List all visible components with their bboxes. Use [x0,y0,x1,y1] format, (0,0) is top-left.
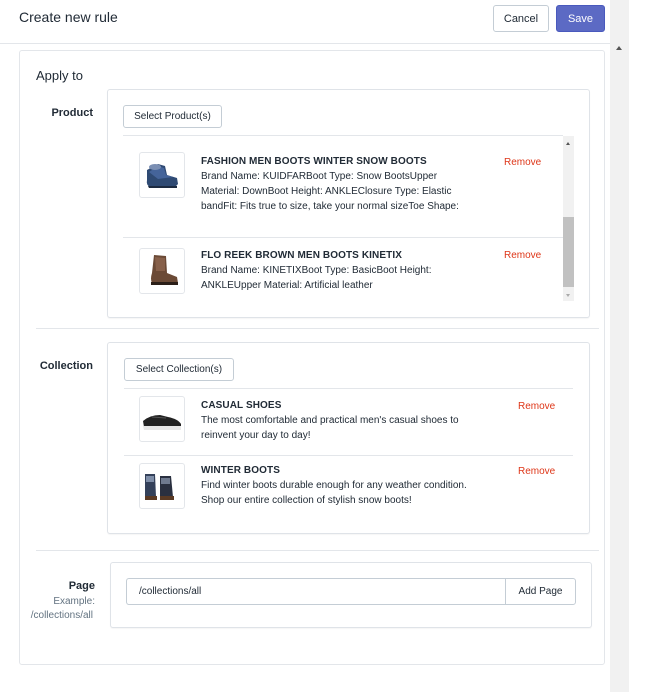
add-page-button[interactable]: Add Page [505,578,576,605]
scroll-down-arrow-icon[interactable] [566,294,570,297]
snow-boot-image [146,164,178,188]
description-line: Material: DownBoot Height: ANKLEClosure … [201,186,452,197]
remove-product-link[interactable]: Remove [504,250,541,261]
product-item-title: FASHION MEN BOOTS WINTER SNOW BOOTS [201,156,427,167]
brown-boot-image [151,255,178,285]
description-line: Brand Name: KUIDFARBoot Type: Snow Boots… [201,171,438,182]
winter-boot-image [145,474,174,500]
description-line: Brand Name: KINETIXBoot Type: BasicBoot … [201,265,432,276]
page-url-input[interactable] [126,578,506,605]
description-line: reinvent your day to day! [201,430,311,441]
section-divider [36,328,599,329]
collection-thumbnail [139,463,185,509]
collection-thumbnail [139,396,185,442]
product-item-description: Brand Name: KUIDFARBoot Type: Snow Boots… [201,169,501,214]
collection-item-title: CASUAL SHOES [201,400,282,411]
page-example-value: /collections/all [30,610,93,621]
right-margin [629,0,661,692]
apply-to-heading: Apply to [36,68,83,83]
remove-collection-link[interactable]: Remove [518,401,555,412]
select-products-button[interactable]: Select Product(s) [123,105,222,128]
scroll-up-arrow-icon[interactable] [566,142,570,145]
remove-product-link[interactable]: Remove [504,157,541,168]
description-line: bandFit: Fits true to size, take your no… [201,201,459,212]
collection-label: Collection [39,360,93,372]
page-example-label: Example: [53,596,95,607]
product-list-top-divider [123,135,563,136]
product-thumbnail [139,152,185,198]
save-button[interactable]: Save [556,5,605,32]
product-item-title: FLO REEK BROWN MEN BOOTS KINETIX [201,250,402,261]
description-line: ANKLEUpper Material: Artificial leather [201,280,373,291]
page-scrollbar[interactable] [610,0,629,692]
section-divider [36,550,599,551]
product-thumbnail [139,248,185,294]
description-line: The most comfortable and practical men's… [201,415,459,426]
page-label: Page [68,580,95,592]
description-line: Shop our entire collection of stylish sn… [201,495,412,506]
product-item-description: Brand Name: KINETIXBoot Type: BasicBoot … [201,263,501,293]
description-line: Find winter boots durable enough for any… [201,480,467,491]
casual-shoe-image [143,415,181,430]
collection-list-top-divider [124,388,573,389]
page-title: Create new rule [19,9,118,25]
collection-item-description: The most comfortable and practical men's… [201,413,501,443]
product-label: Product [51,107,93,119]
remove-collection-link[interactable]: Remove [518,466,555,477]
collection-item-description: Find winter boots durable enough for any… [201,478,511,508]
scroll-up-arrow-icon[interactable] [616,46,622,50]
collection-item-title: WINTER BOOTS [201,465,280,476]
product-item-divider [123,237,563,238]
product-list-scroll-thumb[interactable] [563,217,574,287]
select-collections-button[interactable]: Select Collection(s) [124,358,234,381]
collection-item-divider [124,455,573,456]
cancel-button[interactable]: Cancel [493,5,549,32]
